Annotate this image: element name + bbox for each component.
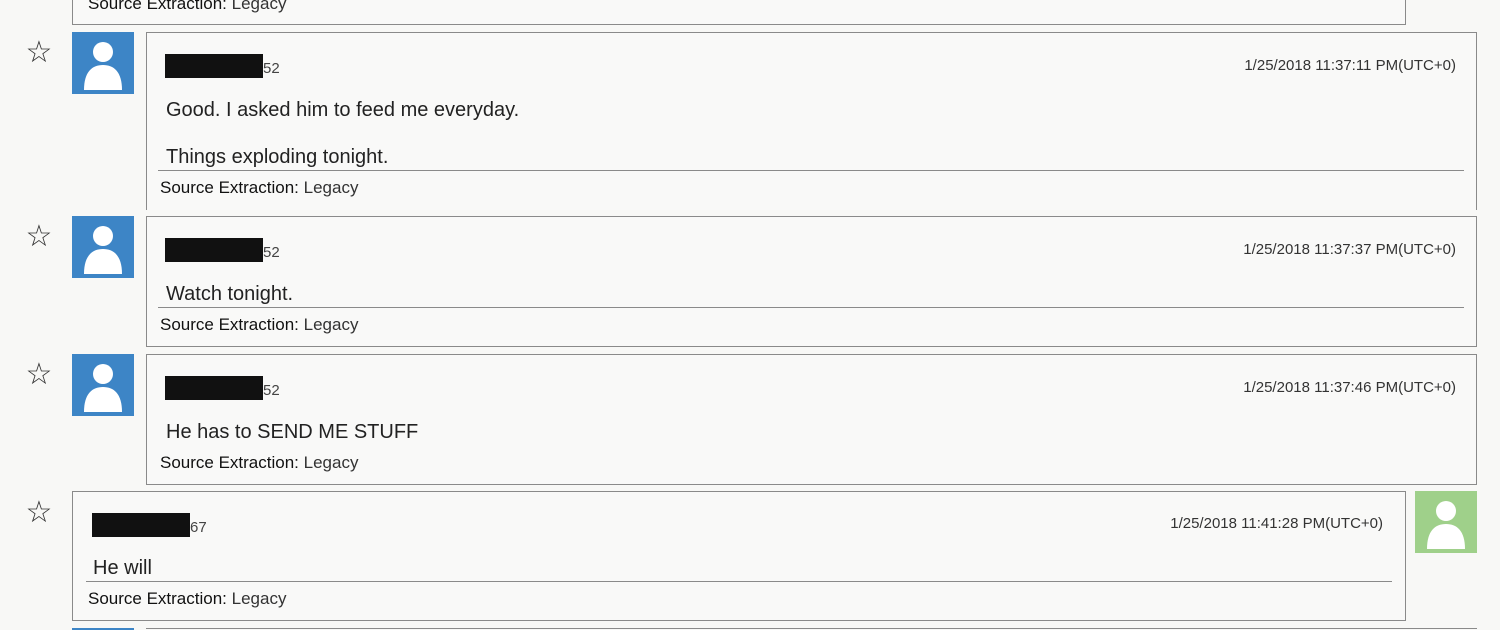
redacted-name-block: [92, 513, 190, 537]
avatar-icon: [72, 32, 134, 94]
message-timestamp: 1/25/2018 11:37:11 PM(UTC+0): [1244, 57, 1456, 74]
source-extraction-value: Legacy: [303, 178, 359, 197]
star-icon[interactable]: ☆: [24, 498, 54, 528]
sender-name: 52: [165, 238, 280, 262]
source-extraction-label: Source Extraction:: [160, 453, 304, 472]
message-text-line: Good. I asked him to feed me everyday.: [166, 99, 520, 121]
source-extraction: Source Extraction: Legacy: [160, 315, 358, 335]
sender-suffix: 52: [263, 244, 280, 261]
message-text-line: He will: [93, 557, 152, 579]
source-extraction-value: Legacy: [231, 589, 287, 608]
source-extraction-value: Legacy: [231, 0, 287, 13]
sender-name: 52: [165, 376, 280, 400]
source-extraction: Source Extraction: Legacy: [88, 589, 286, 609]
sender-suffix: 52: [263, 60, 280, 77]
sender-name: 67: [92, 513, 207, 537]
source-extraction-label: Source Extraction:: [160, 315, 304, 334]
divider: [158, 170, 1464, 171]
source-extraction-label: Source Extraction:: [88, 589, 232, 608]
divider: [86, 581, 1392, 582]
source-extraction-value: Legacy: [303, 453, 359, 472]
redacted-name-block: [165, 376, 263, 400]
message-timestamp: 1/25/2018 11:41:28 PM(UTC+0): [1170, 515, 1383, 532]
message-text-line: Things exploding tonight.: [166, 146, 389, 168]
source-extraction-partial: Source Extraction: Legacy: [88, 0, 286, 14]
redacted-name-block: [165, 54, 263, 78]
message-text-line: Watch tonight.: [166, 283, 294, 305]
source-extraction-label: Source Extraction:: [88, 0, 232, 13]
source-extraction-label: Source Extraction:: [160, 178, 304, 197]
star-icon[interactable]: ☆: [24, 38, 54, 68]
star-icon[interactable]: ☆: [24, 222, 54, 252]
message-timestamp: 1/25/2018 11:37:46 PM(UTC+0): [1243, 379, 1456, 396]
sender-suffix: 52: [263, 382, 280, 399]
avatar-icon: [1415, 491, 1477, 553]
divider: [158, 307, 1464, 308]
sender-suffix: 67: [190, 519, 207, 536]
source-extraction: Source Extraction: Legacy: [160, 178, 358, 198]
redacted-name-block: [165, 238, 263, 262]
avatar-icon: [72, 216, 134, 278]
sender-name: 52: [165, 54, 280, 78]
star-icon[interactable]: ☆: [24, 360, 54, 390]
source-extraction-value: Legacy: [303, 315, 359, 334]
message-timestamp: 1/25/2018 11:37:37 PM(UTC+0): [1243, 241, 1456, 258]
message-card-partial-bottom: [146, 628, 1477, 629]
message-text-line: He has to SEND ME STUFF: [166, 421, 419, 443]
source-extraction: Source Extraction: Legacy: [160, 453, 358, 473]
avatar-icon: [72, 354, 134, 416]
